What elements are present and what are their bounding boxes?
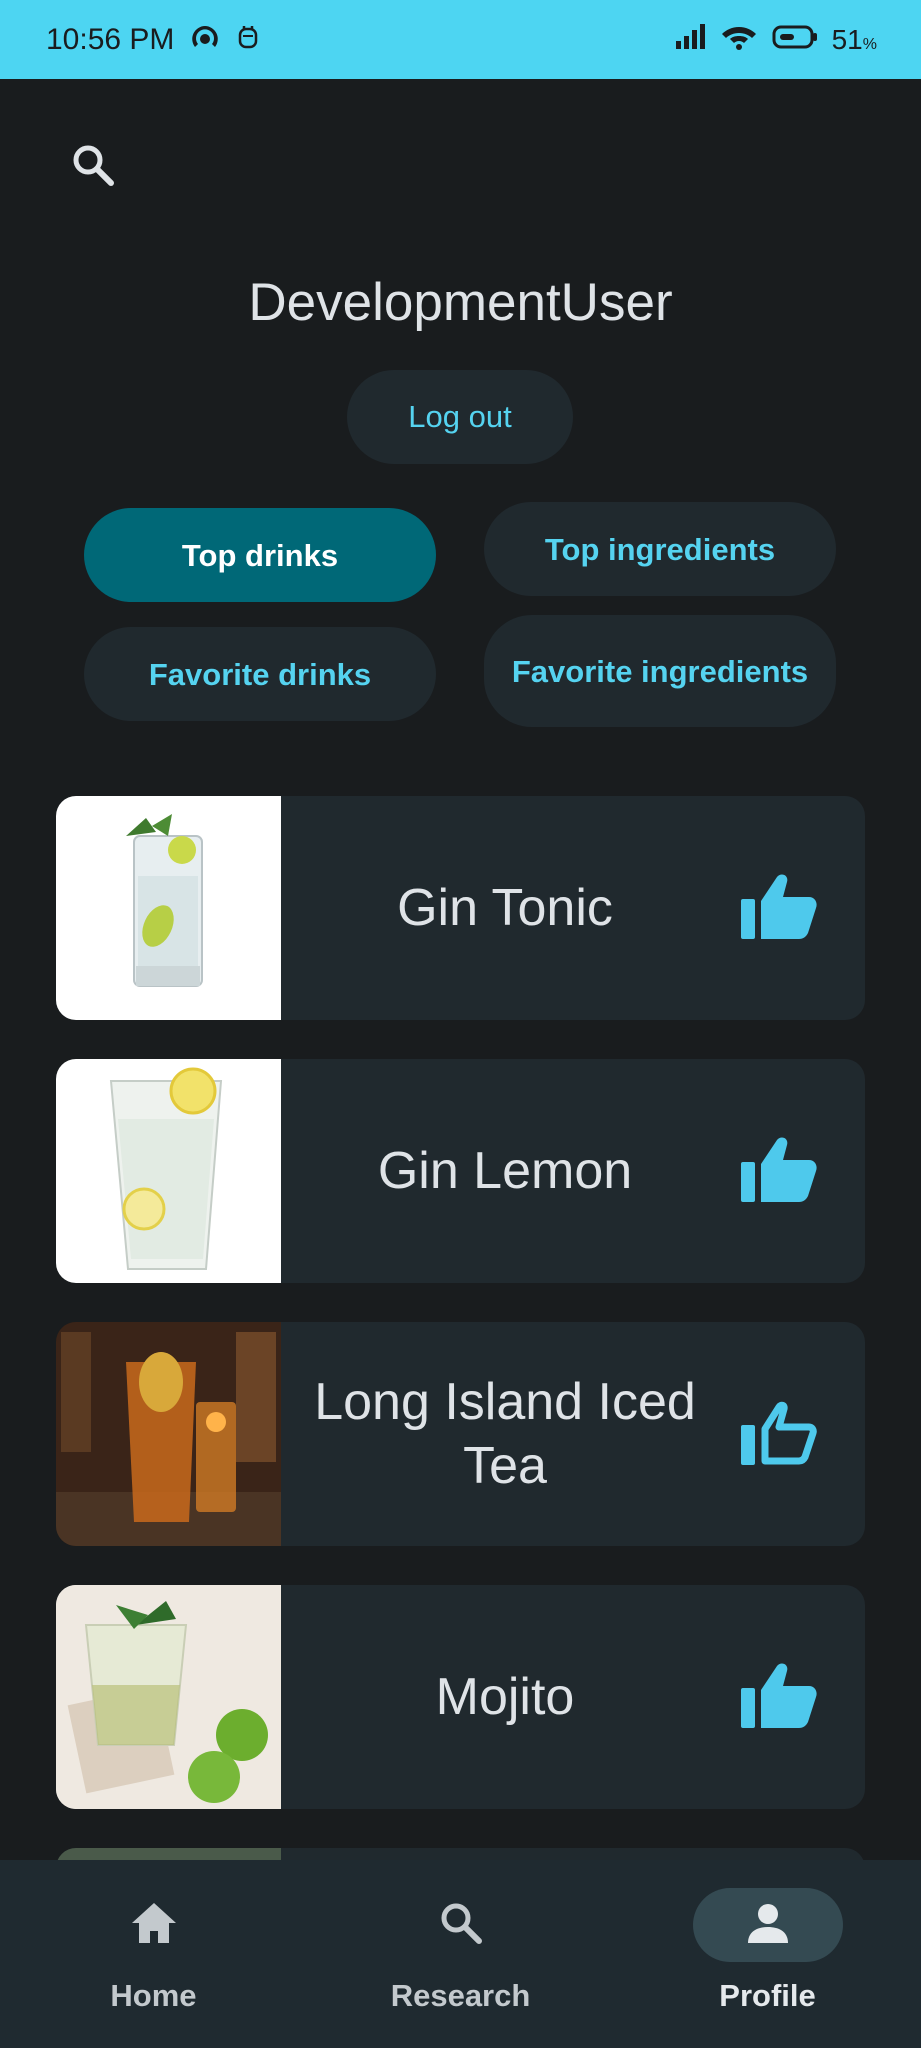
search-button[interactable] <box>58 132 128 202</box>
nav-home-label: Home <box>110 1978 197 2013</box>
long-island-image <box>56 1322 281 1546</box>
signal-icon <box>674 23 706 56</box>
hotspot-icon <box>188 22 222 57</box>
gin-lemon-image <box>56 1059 281 1283</box>
battery-level: 51% <box>832 24 877 56</box>
like-button[interactable] <box>729 858 829 958</box>
drink-name: Long Island Iced Tea <box>314 1373 696 1495</box>
battery-value: 51 <box>831 23 863 55</box>
drink-name: Gin Tonic <box>397 879 613 937</box>
like-button[interactable] <box>729 1121 829 1221</box>
nav-research-indicator <box>386 1888 536 1962</box>
logout-button[interactable]: Log out <box>347 370 573 464</box>
drink-card-gin-tonic[interactable]: Gin Tonic <box>56 796 865 1020</box>
thumb-up-filled-icon <box>741 873 817 944</box>
drink-card-long-island-iced-tea[interactable]: Long Island Iced Tea <box>56 1322 865 1546</box>
nav-home[interactable]: Home <box>0 1860 307 2014</box>
drink-name: Mojito <box>435 1668 575 1726</box>
nav-profile[interactable]: Profile <box>614 1860 921 2014</box>
search-icon <box>438 1900 484 1951</box>
person-icon <box>746 1901 790 1950</box>
status-left: 10:56 PM <box>46 22 260 57</box>
filter-favorite-drinks[interactable]: Favorite drinks <box>84 627 436 721</box>
nav-home-indicator <box>79 1888 229 1962</box>
like-button[interactable] <box>729 1384 829 1484</box>
status-bar: 10:56 PM 51% <box>0 0 921 79</box>
filter-favorite-ingredients[interactable]: Favorite ingredients <box>484 615 836 727</box>
drink-card-gin-lemon[interactable]: Gin Lemon <box>56 1059 865 1283</box>
status-time: 10:56 PM <box>46 22 175 56</box>
thumb-up-outline-icon <box>741 1399 817 1470</box>
nav-profile-label: Profile <box>719 1978 816 2013</box>
wifi-icon <box>720 23 758 56</box>
username: DevelopmentUser <box>248 273 673 332</box>
home-icon <box>130 1901 178 1950</box>
nav-research-label: Research <box>390 1978 531 2013</box>
nav-profile-indicator <box>692 1888 843 1962</box>
nav-research[interactable]: Research <box>307 1860 614 2014</box>
battery-icon <box>772 23 818 56</box>
like-button[interactable] <box>729 1647 829 1747</box>
mojito-image <box>56 1585 281 1809</box>
battery-unit: % <box>862 35 877 53</box>
filter-top-ingredients[interactable]: Top ingredients <box>484 502 836 596</box>
drink-card-mojito[interactable]: Mojito <box>56 1585 865 1809</box>
gin-tonic-image <box>56 796 281 1020</box>
robot-icon <box>236 23 260 56</box>
search-icon <box>69 141 117 194</box>
bottom-navigation: Home Research Profile <box>0 1860 921 2048</box>
drink-name: Gin Lemon <box>377 1142 633 1200</box>
thumb-up-filled-icon <box>741 1662 817 1733</box>
thumb-up-filled-icon <box>741 1136 817 1207</box>
filter-top-drinks[interactable]: Top drinks <box>84 508 436 602</box>
status-right: 51% <box>674 23 877 56</box>
